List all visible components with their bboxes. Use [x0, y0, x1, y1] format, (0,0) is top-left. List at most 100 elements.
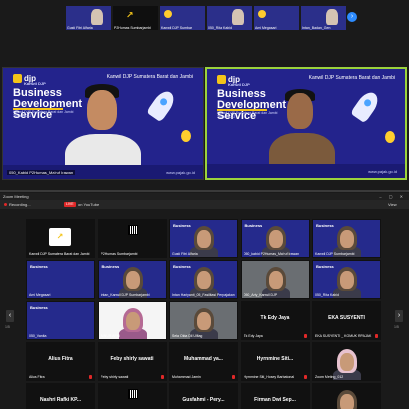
- participant-name: Muhammad Jamin: [172, 374, 201, 379]
- speaker-video-left[interactable]: djp Kanwil DJP Kanwil DJP Sumatera Barat…: [2, 67, 204, 180]
- participant-tile[interactable]: P2Humas Sumbarjambi: [97, 219, 167, 258]
- participant-name: Ami Megasari: [29, 292, 51, 297]
- participant-tile[interactable]: Gusfahmi - Pery...Gusfahmi - Pery...: [169, 383, 238, 409]
- window-title: Zoom Meeting: [3, 194, 29, 199]
- chevron-left-icon[interactable]: ‹: [6, 310, 14, 322]
- participant-name: Zoom Meting_012: [315, 374, 344, 379]
- banner-mini-title: Business: [173, 223, 191, 228]
- muted-mic-icon: [303, 333, 307, 338]
- participant-name: 050_Rita Kabid: [208, 26, 232, 30]
- participant-name: AINUR AFNI: [100, 333, 121, 338]
- participant-name: Intan Hariyanti_05_Fasilitasi Perpajakan: [172, 292, 235, 297]
- page-indicator-left: 1/5: [5, 325, 10, 329]
- qr-code-icon: [127, 389, 138, 399]
- participant-tile[interactable]: Muhammad ya... Muhammad Jamin: [169, 342, 238, 381]
- participant-tile[interactable]: Business Gusti Fitri Alfaria: [169, 219, 238, 258]
- participant-display-name: Nashri Rafki KP...: [39, 397, 82, 403]
- strip-tile[interactable]: Ami Megasari: [254, 6, 299, 30]
- live-platform[interactable]: on YouTube: [78, 200, 99, 209]
- participant-name: Feby shirly sawati: [100, 374, 129, 379]
- participant-tile[interactable]: Tk Edy Jaya Tk Edy Jaya: [240, 301, 310, 340]
- recording-indicator[interactable]: Recording...: [4, 200, 31, 209]
- website-label: www.pajak.go.id: [166, 170, 195, 175]
- muted-mic-icon: [89, 374, 92, 379]
- participant-name: 050_Vanita: [29, 333, 47, 338]
- participant-tile[interactable]: Zoom Meting_012: [312, 342, 381, 381]
- rocket-icon: [146, 87, 178, 123]
- strip-tile[interactable]: Gusti Fitri Alfaria: [66, 6, 111, 30]
- participant-name: Sela Okta Dil Ulfiag: [172, 333, 203, 338]
- participant-tile[interactable]: Sela Okta Dil Ulfiag: [169, 301, 238, 340]
- muted-mic-icon: [160, 374, 164, 379]
- strip-tile[interactable]: 050_Rita Kabid: [207, 6, 252, 30]
- participant-tile[interactable]: Business Kanwil DJP Sumbarjambi: [312, 219, 381, 258]
- participant-tile[interactable]: Feby shirly sawati Feby shirly sawati: [97, 342, 167, 381]
- participant-tile[interactable]: EKA SUSYENTI EKA SUSYENTI _ KOMUK RPAJAK: [312, 301, 381, 340]
- participant-name: P2Humas Sumbarjambi: [114, 26, 151, 30]
- window-controls[interactable]: – ▢ ✕: [379, 193, 406, 200]
- participant-display-name: Alius Fitra: [48, 356, 73, 362]
- participant-tile[interactable]: Firman Dwi Sep...Firman Dwi Sep...: [240, 383, 310, 409]
- speaker-video-right-active[interactable]: djp Kanwil DJP Kanwil DJP Sumatera Barat…: [205, 67, 407, 180]
- speaker-name: 050_Kabid P2Humas_Ma'ruf Irawan: [7, 170, 76, 175]
- djp-logo-icon: [217, 75, 226, 85]
- participant-display-name: Hyrnmine Siti...: [256, 356, 294, 362]
- participant-tile[interactable]: Business Ami Megasari: [26, 260, 95, 299]
- chevron-right-icon[interactable]: ›: [347, 12, 357, 22]
- strip-tile[interactable]: Kanwil DJP Sumbar: [160, 6, 205, 30]
- banner-mini-title: Business: [30, 305, 48, 310]
- participant-display-name: Gusfahmi - Pery...: [182, 397, 225, 403]
- banner-mini-title: Business: [316, 264, 334, 269]
- view-button[interactable]: View: [388, 200, 397, 209]
- banner-mini-title: Business: [316, 223, 334, 228]
- participant-name: Gusti Fitri Alfaria: [67, 26, 93, 30]
- muted-mic-icon: [303, 374, 307, 379]
- lightbulb-icon: [385, 131, 395, 143]
- banner-mini-title: Business: [244, 223, 263, 228]
- participant-name: P2Humas Sumbarjambi: [100, 251, 138, 256]
- participant-display-name: Feby shirly sawati: [110, 356, 154, 362]
- participant-tile[interactable]: Alius Fitra Alius Fitra: [26, 342, 95, 381]
- chevron-right-icon[interactable]: ›: [395, 310, 403, 322]
- participant-name: Kanwil DJP Sumbar: [161, 26, 193, 30]
- banner-mini-title: Business: [173, 264, 191, 269]
- participant-display-name: EKA SUSYENTI: [328, 315, 365, 321]
- participant-tile[interactable]: Hyrnmine Siti... Hyrnmine Siti_Hosey Barb…: [240, 342, 310, 381]
- participant-name: EKA SUSYENTI _ KOMUK RPAJAK: [315, 333, 372, 338]
- rocket-icon: [350, 88, 382, 124]
- participant-tile[interactable]: AINUR AFNI: [97, 301, 167, 340]
- participant-name: Intan_Kanwil DJP Sumbarjambi: [100, 292, 150, 297]
- participant-tile[interactable]: Business 050_kabid P2Humas_Ma'ruf Irawan: [240, 219, 310, 258]
- strip-tile[interactable]: Intan_Badan_Gen: [301, 6, 346, 30]
- participant-video: [91, 9, 103, 25]
- djp-logo-icon: ↗: [49, 228, 71, 246]
- participant-tile[interactable]: Business 050_Vanita: [26, 301, 95, 340]
- planet-graphic: [258, 10, 266, 18]
- participant-tile[interactable]: Business 050_Rita Kabid: [312, 260, 381, 299]
- participant-tile[interactable]: [312, 383, 381, 409]
- window-titlebar: Zoom Meeting – ▢ ✕: [0, 193, 409, 200]
- participant-tile[interactable]: [97, 383, 167, 409]
- participant-tile[interactable]: Business Intan_Kanwil DJP Sumbarjambi: [97, 260, 167, 299]
- participant-tile[interactable]: 050_Ariy_Kanwil DJP: [240, 260, 310, 299]
- djp-brand: djp Kanwil DJP: [13, 74, 46, 86]
- participant-tile[interactable]: Business Intan Hariyanti_05_Fasilitasi Pe…: [169, 260, 238, 299]
- participant-video: [232, 9, 244, 25]
- brand-sub: Kanwil DJP: [24, 81, 46, 87]
- banner-subtitle: Kanwil DJP Sumatera Barat dan Jambi Tahu…: [13, 110, 74, 118]
- participant-tile[interactable]: Nashri Rafki KP...Nashri Rafki: [26, 383, 95, 409]
- live-badge[interactable]: LIVE: [64, 202, 76, 207]
- participant-name: Ami Megasari: [255, 26, 277, 30]
- participant-name: Kanwil DJP Sumbarjambi: [315, 251, 355, 256]
- page-indicator-right: 1/5: [394, 325, 399, 329]
- banner-header: Kanwil DJP Sumatera Barat dan Jambi: [106, 74, 193, 80]
- djp-logo-icon: [13, 74, 22, 84]
- djp-logo: ↗: [126, 11, 134, 21]
- participant-name: Alius Fitra: [29, 374, 45, 379]
- participant-display-name: Muhammad ya...: [184, 356, 223, 362]
- participant-name: Kanwil DJP Sumatera Barat dan Jambi: [29, 251, 90, 256]
- strip-tile[interactable]: ↗ P2Humas Sumbarjambi: [113, 6, 158, 30]
- speaker-view: Gusti Fitri Alfaria ↗ P2Humas Sumbarjamb…: [0, 0, 409, 190]
- planet-graphic: [164, 10, 172, 18]
- participant-tile[interactable]: ↗ Kanwil DJP Sumatera Barat dan Jambi: [26, 219, 95, 258]
